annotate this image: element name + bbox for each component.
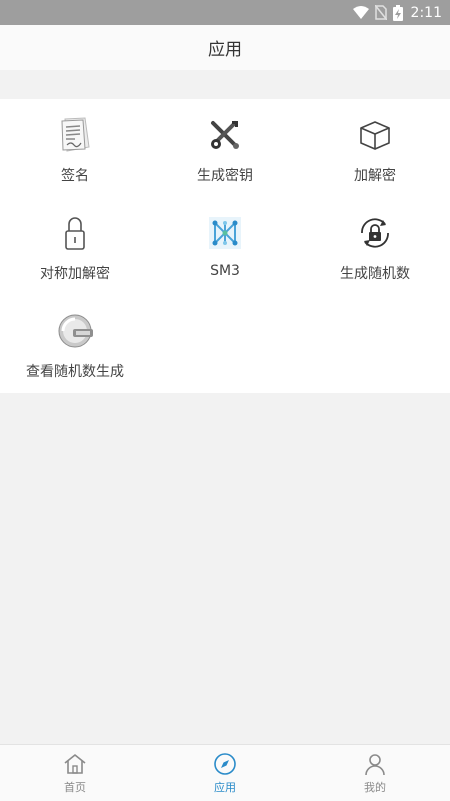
wifi-icon <box>352 5 369 19</box>
app-item-encrypt-decrypt[interactable]: 加解密 <box>300 99 450 197</box>
status-time: 2:11 <box>410 4 442 21</box>
status-bar: 2:11 <box>0 0 450 25</box>
home-icon <box>64 754 86 774</box>
app-item-sm3[interactable]: SM3 <box>150 197 300 295</box>
app-label: 签名 <box>61 168 89 184</box>
tab-label: 首页 <box>64 781 86 794</box>
app-item-symmetric[interactable]: 对称加解密 <box>0 197 150 295</box>
app-label: 对称加解密 <box>40 266 110 282</box>
signature-document-icon <box>61 117 90 152</box>
app-grid: 签名 生成密钥 加解密 对称加解密 SM3 生成随机数 查看随机数生成 <box>0 99 450 393</box>
tab-home[interactable]: 首页 <box>0 745 150 801</box>
battery-charging-icon <box>392 4 403 21</box>
app-label: 加解密 <box>354 168 396 184</box>
hash-network-icon <box>209 217 241 249</box>
no-sim-icon <box>374 5 387 20</box>
app-label: 生成密钥 <box>197 168 253 184</box>
key-tools-icon <box>211 121 239 149</box>
tab-apps[interactable]: 应用 <box>150 745 300 801</box>
app-item-generate-random[interactable]: 生成随机数 <box>300 197 450 295</box>
app-item-generate-key[interactable]: 生成密钥 <box>150 99 300 197</box>
app-label: 生成随机数 <box>340 266 410 282</box>
app-label: SM3 <box>210 263 240 279</box>
user-icon <box>365 754 385 776</box>
page-title: 应用 <box>208 40 242 60</box>
padlock-icon <box>65 217 85 250</box>
app-bar: 应用 <box>0 25 450 70</box>
tab-profile[interactable]: 我的 <box>300 745 450 801</box>
box-icon <box>360 121 390 150</box>
disk-icon <box>58 314 93 348</box>
status-icons: 2:11 <box>352 0 442 25</box>
bottom-tab-bar: 首页 应用 我的 <box>0 744 450 801</box>
compass-icon <box>214 753 236 775</box>
tab-label: 我的 <box>364 781 386 794</box>
tab-label: 应用 <box>214 781 236 794</box>
app-label: 查看随机数生成 <box>26 364 124 380</box>
app-item-view-random[interactable]: 查看随机数生成 <box>0 295 150 393</box>
random-lock-icon <box>361 218 389 248</box>
app-item-signature[interactable]: 签名 <box>0 99 150 197</box>
